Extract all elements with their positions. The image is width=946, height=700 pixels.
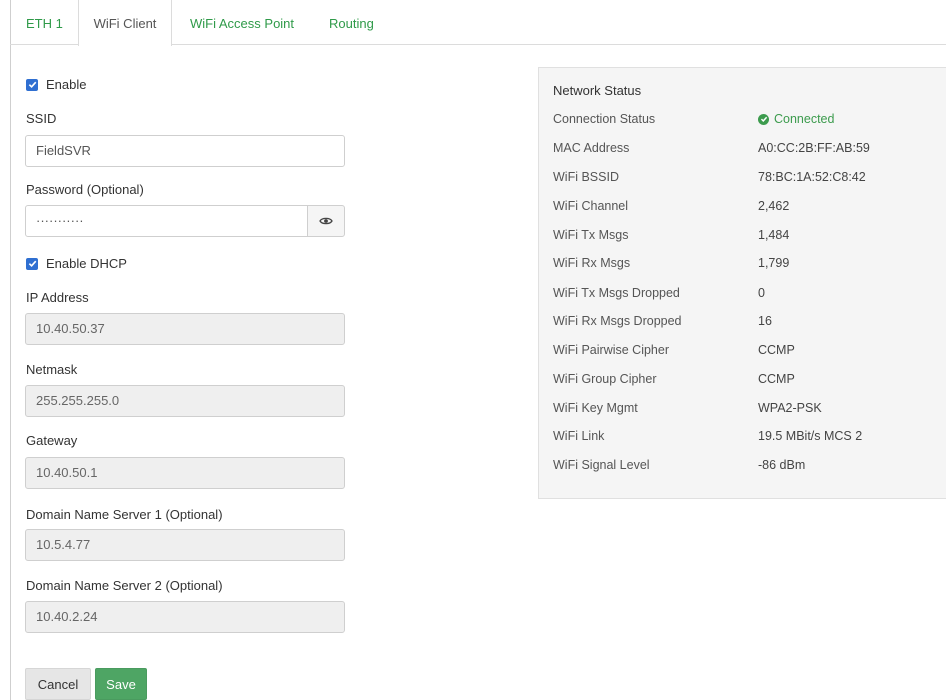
enable-checkbox[interactable] [26,78,38,91]
status-value-bssid: 78:BC:1A:52:C8:42 [758,170,866,184]
status-label-tx-msgs: WiFi Tx Msgs [553,228,629,242]
ssid-label: SSID [26,111,57,126]
status-value-rx-dropped: 16 [758,314,772,328]
cancel-button[interactable]: Cancel [25,668,91,700]
eye-icon [319,217,333,225]
check-icon [28,81,36,89]
gateway-label: Gateway [26,433,78,448]
status-label-wifi-link: WiFi Link [553,429,605,443]
dns2-label: Domain Name Server 2 (Optional) [26,578,223,593]
password-toggle-button[interactable] [307,205,345,237]
dns1-label: Domain Name Server 1 (Optional) [26,507,223,522]
save-button[interactable]: Save [95,668,147,700]
check-circle-icon [758,113,769,125]
tab-wifi-access-point[interactable]: WiFi Access Point [190,0,294,45]
network-status-title: Network Status [553,83,642,98]
ssid-input[interactable]: FieldSVR [25,135,345,167]
status-value-tx-dropped: 0 [758,286,765,300]
status-value-pairwise-cipher: CCMP [758,343,795,357]
status-value-wifi-link: 19.5 MBit/s MCS 2 [758,429,863,443]
enable-checkbox-row[interactable]: Enable [26,77,86,92]
status-value-rx-msgs: 1,799 [758,256,790,270]
status-label-rx-dropped: WiFi Rx Msgs Dropped [553,314,682,328]
tab-wifi-client[interactable]: WiFi Client [78,0,172,46]
password-input[interactable]: ··········· [25,205,308,237]
dhcp-label: Enable DHCP [46,256,127,271]
status-value-channel: 2,462 [758,199,790,213]
network-status-panel: Network Status Connection Status Connect… [538,67,946,499]
status-value-mac: A0:CC:2B:FF:AB:59 [758,141,870,155]
status-label-tx-dropped: WiFi Tx Msgs Dropped [553,286,680,300]
password-label: Password (Optional) [26,182,144,197]
dns2-field: 10.40.2.24 [25,601,345,633]
ip-address-field: 10.40.50.37 [25,313,345,345]
status-label-group-cipher: WiFi Group Cipher [553,372,657,386]
check-icon [28,260,36,268]
dhcp-checkbox-row[interactable]: Enable DHCP [26,256,127,271]
connection-status-value: Connected [758,112,834,126]
status-value-group-cipher: CCMP [758,372,795,386]
netmask-field: 255.255.255.0 [25,385,345,417]
gateway-field: 10.40.50.1 [25,457,345,489]
connection-status-text: Connected [774,112,835,126]
ip-address-label: IP Address [26,290,89,305]
netmask-label: Netmask [26,362,78,377]
status-label-signal-level: WiFi Signal Level [553,458,650,472]
dhcp-checkbox[interactable] [26,257,38,270]
status-label-rx-msgs: WiFi Rx Msgs [553,256,631,270]
status-label-mac: MAC Address [553,141,630,155]
status-label-connection: Connection Status [553,112,656,126]
status-label-channel: WiFi Channel [553,199,629,213]
status-label-bssid: WiFi BSSID [553,170,619,184]
enable-label: Enable [46,77,87,92]
dns1-field: 10.5.4.77 [25,529,345,561]
status-label-key-mgmt: WiFi Key Mgmt [553,401,638,415]
status-label-pairwise-cipher: WiFi Pairwise Cipher [553,343,669,357]
status-value-key-mgmt: WPA2-PSK [758,401,822,415]
tab-eth1[interactable]: ETH 1 [26,0,63,45]
status-value-signal-level: -86 dBm [758,458,806,472]
tab-routing[interactable]: Routing [329,0,374,45]
status-value-tx-msgs: 1,484 [758,228,790,242]
